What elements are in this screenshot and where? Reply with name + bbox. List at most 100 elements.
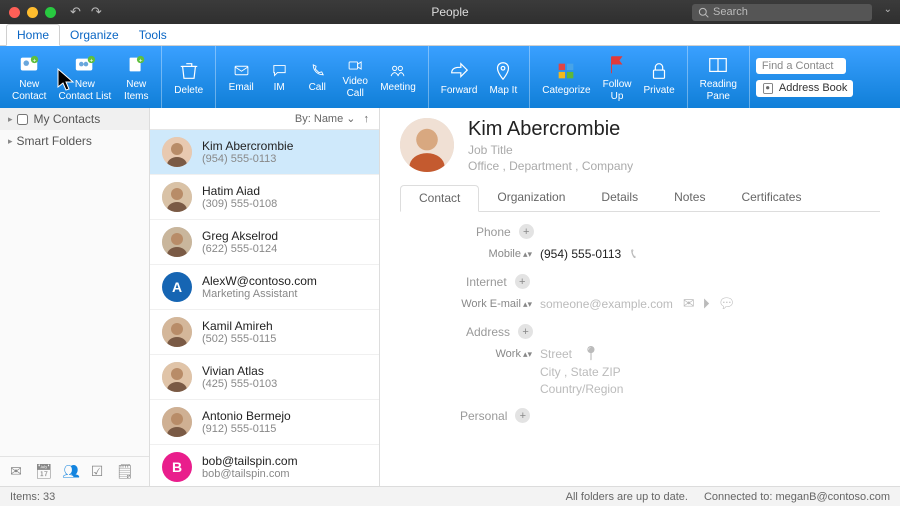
sidebar-item-my-contacts[interactable]: ▸ My Contacts — [0, 108, 149, 130]
categorize-button[interactable]: Categorize — [536, 55, 596, 100]
disclosure-triangle-icon[interactable]: ▸ — [8, 114, 13, 125]
contact-row[interactable]: Vivian Atlas(425) 555-0103 — [150, 355, 379, 400]
address-section: Address + Work▴▾ Street 📍︎ City , State … — [400, 324, 880, 396]
my-contacts-checkbox[interactable] — [17, 114, 28, 125]
contact-row[interactable]: Hatim Aiad(309) 555-0108 — [150, 175, 379, 220]
tab-tools[interactable]: Tools — [129, 25, 177, 45]
work-email-label[interactable]: Work E-mail — [461, 298, 521, 310]
contact-row[interactable]: Kim Abercrombie(954) 555-0113 — [150, 130, 379, 175]
mobile-value[interactable]: (954) 555-0113 — [540, 247, 621, 261]
maximize-window-icon[interactable] — [45, 7, 56, 18]
new-contact-button[interactable]: +NewContact — [6, 49, 52, 105]
find-contact-input[interactable]: Find a Contact — [756, 58, 846, 74]
detail-tab-organization[interactable]: Organization — [479, 185, 583, 211]
people-view-icon[interactable]: 👥︎ — [62, 463, 78, 480]
delete-button[interactable]: Delete — [168, 55, 209, 100]
detail-tab-notes[interactable]: Notes — [656, 185, 723, 211]
country-field[interactable]: Country/Region — [540, 382, 623, 396]
status-items: Items: 33 — [10, 491, 55, 503]
video-action-icon[interactable]: ⏵︎ — [703, 295, 710, 312]
minimize-window-icon[interactable] — [27, 7, 38, 18]
contact-row[interactable]: Greg Akselrod(622) 555-0124 — [150, 220, 379, 265]
add-phone-button[interactable]: + — [519, 224, 534, 239]
contact-avatar-icon — [162, 182, 192, 212]
map-it-button[interactable]: Map It — [483, 55, 523, 100]
new-items-icon: + — [124, 53, 148, 77]
titlebar-chevron-icon[interactable]: ⌄ — [884, 4, 892, 15]
search-placeholder: Search — [713, 6, 748, 18]
contact-list: By: Name ⌄ ↑ Kim Abercrombie(954) 555-01… — [150, 108, 380, 486]
delete-icon — [177, 59, 201, 83]
internet-section-label: Internet — [466, 275, 507, 289]
street-field[interactable]: Street — [540, 347, 572, 361]
calendar-view-icon[interactable]: 📅︎ — [35, 463, 51, 480]
map-pin-icon[interactable]: 📍︎ — [582, 345, 600, 362]
email-action-icon[interactable]: ✉︎ — [683, 295, 695, 312]
mail-view-icon[interactable]: ✉︎ — [8, 463, 24, 480]
org-field[interactable]: Office , Department , Company — [468, 159, 633, 173]
contact-name: Hatim Aiad — [202, 184, 277, 198]
new-items-button[interactable]: +NewItems — [117, 49, 155, 105]
disclosure-triangle-icon[interactable]: ▸ — [8, 136, 13, 147]
reading-pane-button[interactable]: ReadingPane — [694, 49, 743, 105]
detail-tab-certificates[interactable]: Certificates — [723, 185, 819, 211]
add-address-button[interactable]: + — [518, 324, 533, 339]
job-title-field[interactable]: Job Title — [468, 143, 633, 157]
video-call-button[interactable]: VideoCall — [336, 52, 374, 102]
tab-organize[interactable]: Organize — [60, 25, 129, 45]
private-button[interactable]: Private — [638, 55, 681, 100]
contact-row[interactable]: Bbob@tailspin.combob@tailspin.com — [150, 445, 379, 486]
main-area: ▸ My Contacts ▸ Smart Folders ✉︎ 📅︎ 👥︎ ☑… — [0, 108, 900, 486]
contact-row[interactable]: Kamil Amireh(502) 555-0115 — [150, 310, 379, 355]
meeting-button[interactable]: Meeting — [374, 58, 422, 97]
forward-button[interactable]: ↷ — [91, 4, 102, 20]
sort-by-dropdown[interactable]: By: Name ⌄ — [295, 112, 356, 125]
tab-home[interactable]: Home — [6, 24, 60, 46]
contact-row[interactable]: AAlexW@contoso.comMarketing Assistant — [150, 265, 379, 310]
address-section-label: Address — [466, 325, 510, 339]
contact-name: Vivian Atlas — [202, 364, 277, 378]
contact-name: Antonio Bermejo — [202, 409, 291, 423]
follow-up-button[interactable]: FollowUp — [597, 49, 638, 105]
sidebar-item-smart-folders[interactable]: ▸ Smart Folders — [0, 130, 149, 152]
detail-tab-details[interactable]: Details — [583, 185, 656, 211]
email-button[interactable]: Email — [222, 58, 260, 97]
close-window-icon[interactable] — [9, 7, 20, 18]
contact-name: Kamil Amireh — [202, 319, 276, 333]
call-icon — [308, 62, 326, 80]
im-button[interactable]: IM — [260, 58, 298, 97]
work-email-field[interactable]: someone@example.com — [540, 297, 673, 311]
forward-icon — [447, 59, 471, 83]
sort-direction-button[interactable]: ↑ — [364, 113, 370, 125]
add-personal-button[interactable]: + — [515, 408, 530, 423]
forward-button[interactable]: Forward — [435, 55, 484, 100]
contact-name: Kim Abercrombie — [202, 139, 293, 153]
contact-sub: Marketing Assistant — [202, 288, 317, 300]
contact-avatar-icon — [162, 137, 192, 167]
contact-avatar-icon — [162, 362, 192, 392]
call-button[interactable]: Call — [298, 58, 336, 97]
flag-icon — [605, 53, 629, 77]
contact-sub: (912) 555-0115 — [202, 423, 291, 435]
phone-action-icon[interactable]: 📞︎ — [631, 245, 636, 262]
contact-sub: (309) 555-0108 — [202, 198, 277, 210]
contact-sub: (622) 555-0124 — [202, 243, 278, 255]
add-internet-button[interactable]: + — [515, 274, 530, 289]
chat-action-icon[interactable]: 💬︎ — [718, 295, 736, 312]
email-icon — [232, 62, 250, 80]
detail-tab-contact[interactable]: Contact — [400, 185, 479, 212]
new-contact-list-button[interactable]: +NewContact List — [52, 49, 117, 105]
back-button[interactable]: ↶ — [70, 4, 81, 20]
contact-name: AlexW@contoso.com — [202, 274, 317, 288]
contact-list-body[interactable]: Kim Abercrombie(954) 555-0113Hatim Aiad(… — [150, 130, 379, 486]
contact-name: Kim Abercrombie — [468, 118, 633, 141]
city-state-zip-field[interactable]: City , State ZIP — [540, 365, 621, 379]
notes-view-icon[interactable]: 🗒︎ — [116, 463, 132, 480]
global-search-input[interactable]: Search — [692, 4, 872, 21]
contact-avatar[interactable] — [400, 118, 454, 172]
mobile-label[interactable]: Mobile — [489, 248, 521, 260]
contact-row[interactable]: Antonio Bermejo(912) 555-0115 — [150, 400, 379, 445]
work-addr-label[interactable]: Work — [495, 348, 520, 360]
address-book-button[interactable]: Address Book — [756, 80, 853, 97]
tasks-view-icon[interactable]: ☑︎ — [89, 463, 105, 480]
